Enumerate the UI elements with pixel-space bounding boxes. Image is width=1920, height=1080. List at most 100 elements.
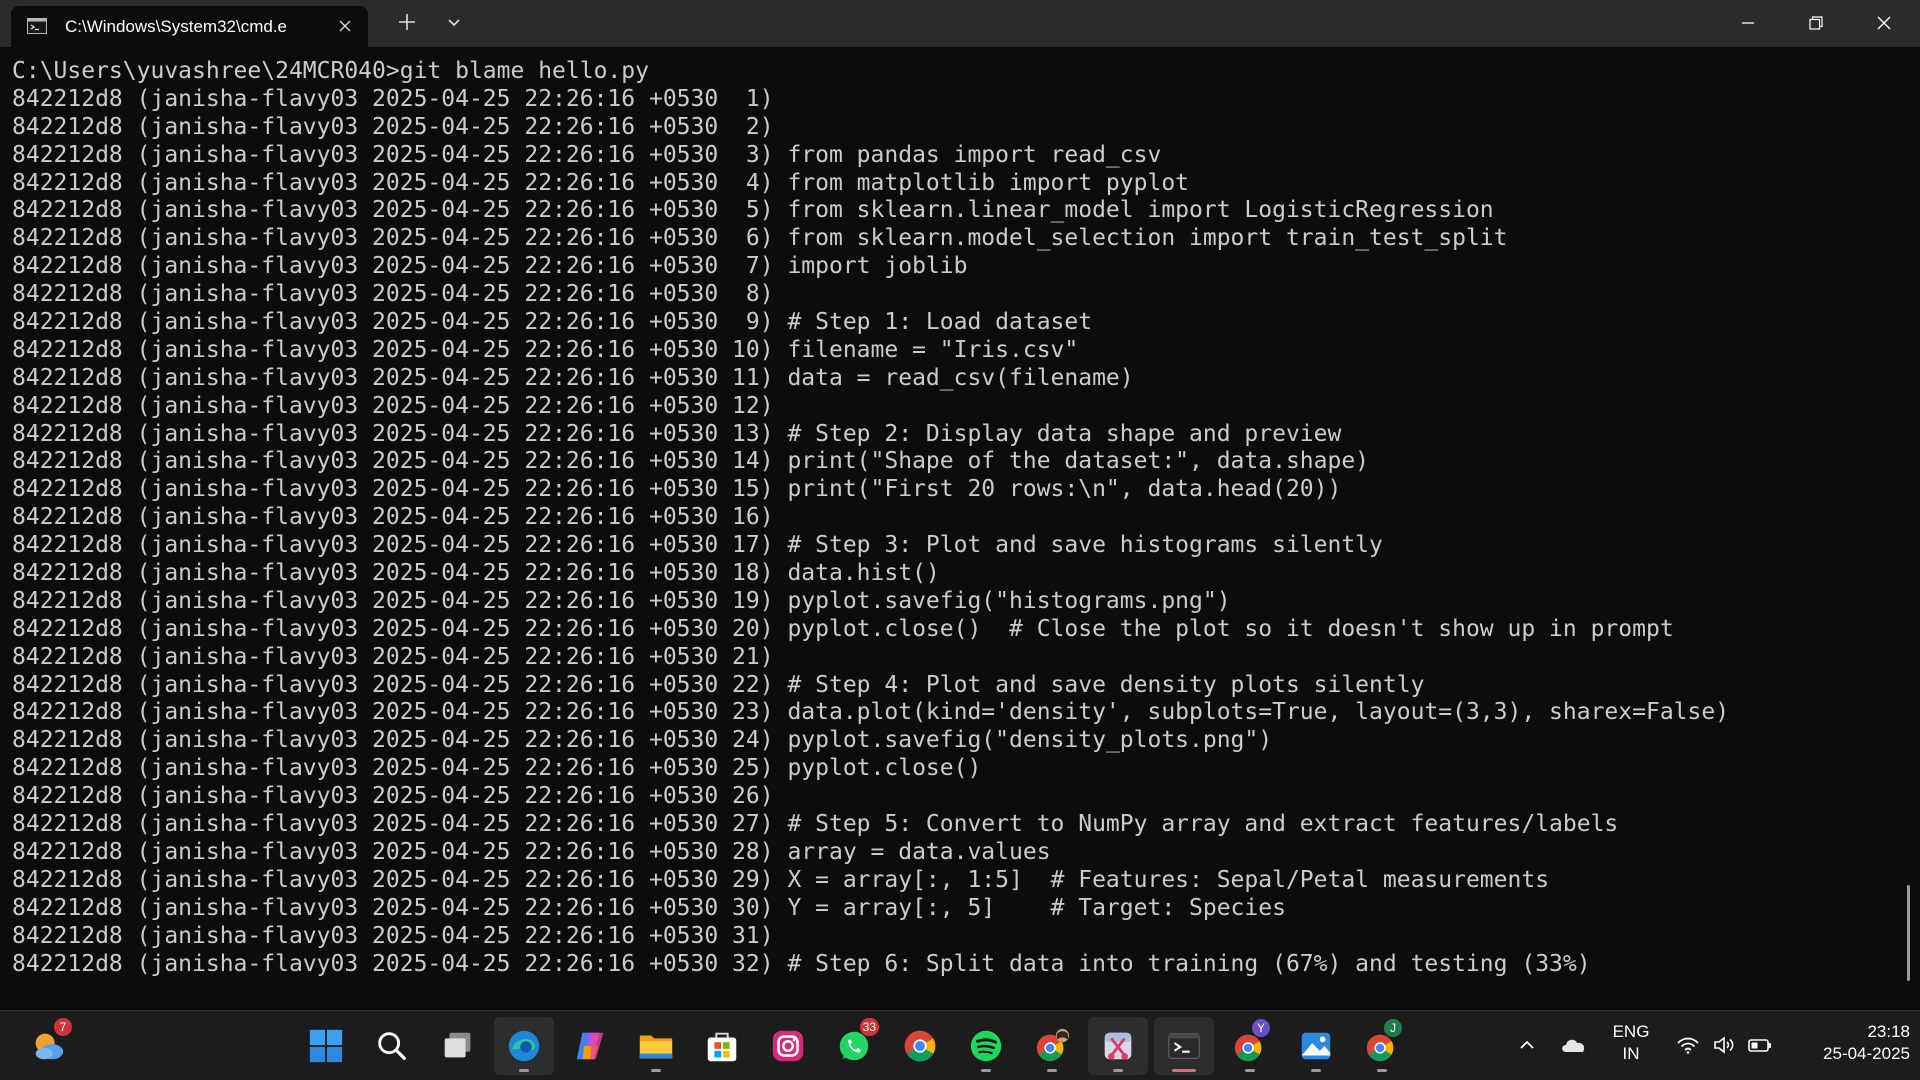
taskbar-whatsapp[interactable]: 33 [824, 1017, 884, 1075]
terminal-line: 842212d8 (janisha-flavy03 2025-04-25 22:… [12, 448, 1370, 475]
file-explorer-icon [639, 1035, 673, 1059]
scrollbar-thumb[interactable] [1907, 885, 1910, 981]
terminal-line: 842212d8 (janisha-flavy03 2025-04-25 22:… [12, 476, 1342, 503]
chrome-icon [904, 1030, 936, 1062]
weather-badge: 7 [54, 1018, 72, 1036]
terminal-line: 842212d8 (janisha-flavy03 2025-04-25 22:… [12, 783, 774, 810]
chrome-profile-icon [1036, 1028, 1070, 1062]
clock-date: 25-04-2025 [1823, 1044, 1910, 1063]
terminal-line: 842212d8 (janisha-flavy03 2025-04-25 22:… [12, 169, 1190, 196]
terminal-line: 842212d8 (janisha-flavy03 2025-04-25 22:… [12, 699, 1730, 726]
terminal-line: 842212d8 (janisha-flavy03 2025-04-25 22:… [12, 364, 1134, 391]
photos-icon [1301, 1032, 1331, 1060]
snipping-tool-icon [1104, 1032, 1132, 1060]
running-indicator [981, 1069, 991, 1072]
terminal-line: 842212d8 (janisha-flavy03 2025-04-25 22:… [12, 671, 1425, 698]
taskbar-microsoft-store[interactable] [692, 1017, 752, 1075]
onedrive-button[interactable] [1556, 1010, 1592, 1080]
taskbar-instagram[interactable] [758, 1017, 818, 1075]
terminal-line: 842212d8 (janisha-flavy03 2025-04-25 22:… [12, 866, 1550, 893]
terminal-line: 842212d8 (janisha-flavy03 2025-04-25 22:… [12, 811, 1619, 838]
terminal-line: 842212d8 (janisha-flavy03 2025-04-25 22:… [12, 615, 1674, 642]
terminal-line: 842212d8 (janisha-flavy03 2025-04-25 22:… [12, 253, 968, 280]
terminal-line: 842212d8 (janisha-flavy03 2025-04-25 22:… [12, 420, 1342, 447]
terminal-line: 842212d8 (janisha-flavy03 2025-04-25 22:… [12, 225, 1508, 252]
search-button[interactable] [362, 1017, 422, 1075]
profile-badge-j: J [1384, 1019, 1402, 1037]
restore-icon [1809, 16, 1823, 30]
weather-widget[interactable]: 7 [18, 1017, 78, 1075]
active-indicator [1172, 1069, 1196, 1072]
windows-start-icon [309, 1029, 343, 1063]
spotify-icon [970, 1030, 1002, 1062]
terminal-line: C:\Users\yuvashree\24MCR040>git blame he… [12, 58, 649, 84]
chevron-down-icon[interactable] [444, 12, 464, 32]
battery-button[interactable] [1742, 1010, 1778, 1080]
taskbar-terminal[interactable] [1154, 1017, 1214, 1075]
terminal-line: 842212d8 (janisha-flavy03 2025-04-25 22:… [12, 309, 1093, 336]
cloud-icon [1562, 1039, 1585, 1052]
terminal-icon [1168, 1033, 1200, 1059]
search-icon [378, 1032, 406, 1060]
running-indicator [651, 1069, 661, 1072]
taskbar-edge[interactable] [494, 1017, 554, 1075]
restore-button[interactable] [1782, 0, 1850, 46]
taskbar-file-explorer[interactable] [626, 1017, 686, 1075]
minimize-button[interactable] [1714, 0, 1782, 46]
terminal-line: 842212d8 (janisha-flavy03 2025-04-25 22:… [12, 532, 1383, 559]
taskbar-spotify[interactable] [956, 1017, 1016, 1075]
terminal-line: 842212d8 (janisha-flavy03 2025-04-25 22:… [12, 560, 940, 587]
taskbar-chrome-profile-j[interactable]: J [1352, 1017, 1412, 1075]
terminal-line: 842212d8 (janisha-flavy03 2025-04-25 22:… [12, 587, 1231, 614]
tab-cmd[interactable]: C:\Windows\System32\cmd.e [11, 6, 368, 47]
taskbar-photos[interactable] [1286, 1017, 1346, 1075]
terminal-line: 842212d8 (janisha-flavy03 2025-04-25 22:… [12, 643, 774, 670]
taskbar-chrome-profile-y[interactable]: Y [1220, 1017, 1280, 1075]
terminal-line: 842212d8 (janisha-flavy03 2025-04-25 22:… [12, 922, 774, 949]
terminal-line: 842212d8 (janisha-flavy03 2025-04-25 22:… [12, 950, 1591, 977]
language-indicator[interactable]: ENG IN [1603, 1021, 1659, 1065]
taskbar-snipping-tool[interactable] [1088, 1017, 1148, 1075]
profile-badge-y: Y [1252, 1019, 1270, 1037]
task-view-button[interactable] [428, 1017, 488, 1075]
new-tab-icon[interactable] [394, 9, 420, 35]
terminal-line: 842212d8 (janisha-flavy03 2025-04-25 22:… [12, 838, 1051, 865]
clock[interactable]: 23:18 25-04-2025 [1790, 1021, 1910, 1065]
terminal-output[interactable]: C:\Users\yuvashree\24MCR040>git blame he… [0, 47, 1920, 1010]
taskbar-chrome-profile[interactable] [1022, 1017, 1082, 1075]
terminal-line: 842212d8 (janisha-flavy03 2025-04-25 22:… [12, 894, 1286, 921]
terminal-line: 842212d8 (janisha-flavy03 2025-04-25 22:… [12, 113, 774, 140]
chevron-up-icon [1520, 1040, 1534, 1049]
start-button[interactable] [296, 1017, 356, 1075]
terminal-line: 842212d8 (janisha-flavy03 2025-04-25 22:… [12, 281, 774, 308]
microsoft-store-icon [707, 1032, 737, 1062]
network-button[interactable] [1670, 1010, 1706, 1080]
terminal-text: C:\Users\yuvashree\24MCR040>git blame he… [12, 58, 1729, 978]
show-hidden-icons-button[interactable] [1510, 1010, 1544, 1080]
running-indicator [1245, 1069, 1255, 1072]
minimize-icon [1742, 22, 1754, 24]
running-indicator [1377, 1069, 1387, 1072]
clock-time: 23:18 [1867, 1022, 1910, 1041]
terminal-line: 842212d8 (janisha-flavy03 2025-04-25 22:… [12, 336, 1079, 363]
terminal-line: 842212d8 (janisha-flavy03 2025-04-25 22:… [12, 755, 982, 782]
taskbar-chrome[interactable] [890, 1017, 950, 1075]
close-tab-icon[interactable] [335, 16, 355, 36]
taskbar-copilot[interactable] [560, 1017, 620, 1075]
terminal-line: 842212d8 (janisha-flavy03 2025-04-25 22:… [12, 197, 1494, 224]
close-window-button[interactable] [1850, 0, 1918, 46]
terminal-line: 842212d8 (janisha-flavy03 2025-04-25 22:… [12, 392, 774, 419]
copilot-icon [576, 1032, 604, 1060]
terminal-line: 842212d8 (janisha-flavy03 2025-04-25 22:… [12, 727, 1273, 754]
task-view-icon [444, 1032, 471, 1058]
volume-button[interactable] [1706, 1010, 1742, 1080]
wifi-icon [1677, 1037, 1699, 1054]
title-bar[interactable]: C:\Windows\System32\cmd.e [0, 0, 1920, 47]
terminal-line: 842212d8 (janisha-flavy03 2025-04-25 22:… [12, 141, 1162, 168]
running-indicator [1311, 1069, 1321, 1072]
cmd-icon [27, 18, 47, 34]
running-indicator [1047, 1069, 1057, 1072]
instagram-icon [772, 1030, 804, 1062]
tab-title: C:\Windows\System32\cmd.e [65, 17, 288, 36]
running-indicator [519, 1069, 529, 1072]
